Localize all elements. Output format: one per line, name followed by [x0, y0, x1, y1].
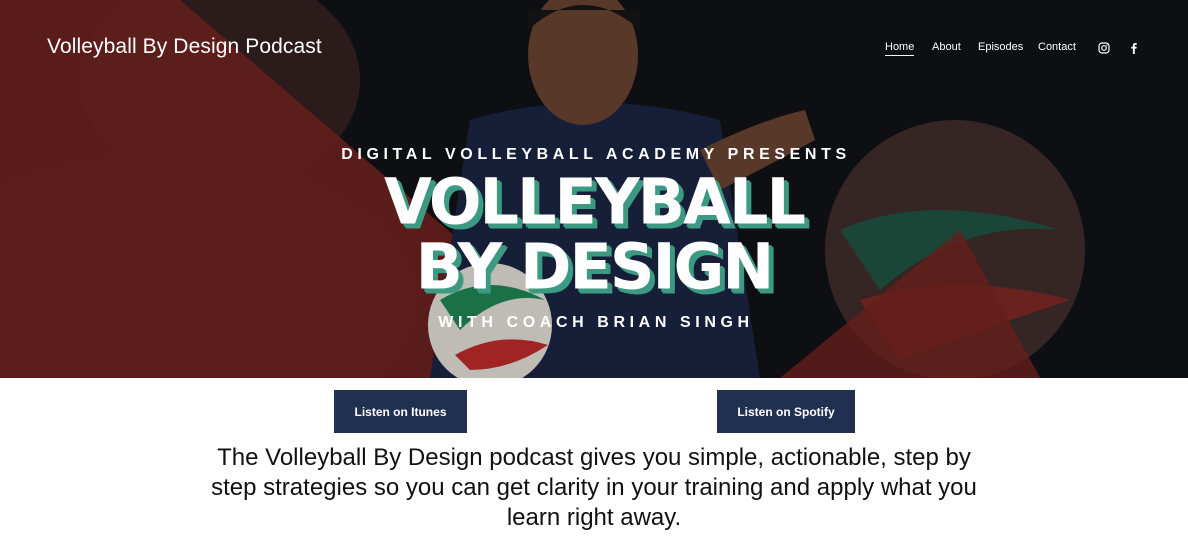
- listen-itunes-button[interactable]: Listen on Itunes: [334, 390, 467, 433]
- listen-spotify-button[interactable]: Listen on Spotify: [717, 390, 855, 433]
- hero-title-line2: BY DESIGN: [415, 229, 775, 304]
- instagram-icon[interactable]: [1098, 42, 1110, 54]
- hero-title-line1: VOLLEYBALL: [383, 164, 806, 239]
- hero-byline: WITH COACH BRIAN SINGH: [438, 314, 754, 331]
- nav-contact-link[interactable]: Contact: [1038, 41, 1076, 53]
- site-title[interactable]: Volleyball By Design Podcast: [47, 35, 322, 59]
- hero-banner: Volleyball By Design Podcast Home About …: [0, 0, 1188, 378]
- facebook-icon[interactable]: [1128, 42, 1140, 54]
- podcast-description: The Volleyball By Design podcast gives y…: [211, 444, 977, 531]
- nav-home-link[interactable]: Home: [885, 41, 915, 56]
- nav-about-link[interactable]: About: [932, 41, 961, 53]
- hero-kicker: DIGITAL VOLLEYBALL ACADEMY PRESENTS: [341, 146, 851, 163]
- nav-episodes-link[interactable]: Episodes: [978, 41, 1023, 53]
